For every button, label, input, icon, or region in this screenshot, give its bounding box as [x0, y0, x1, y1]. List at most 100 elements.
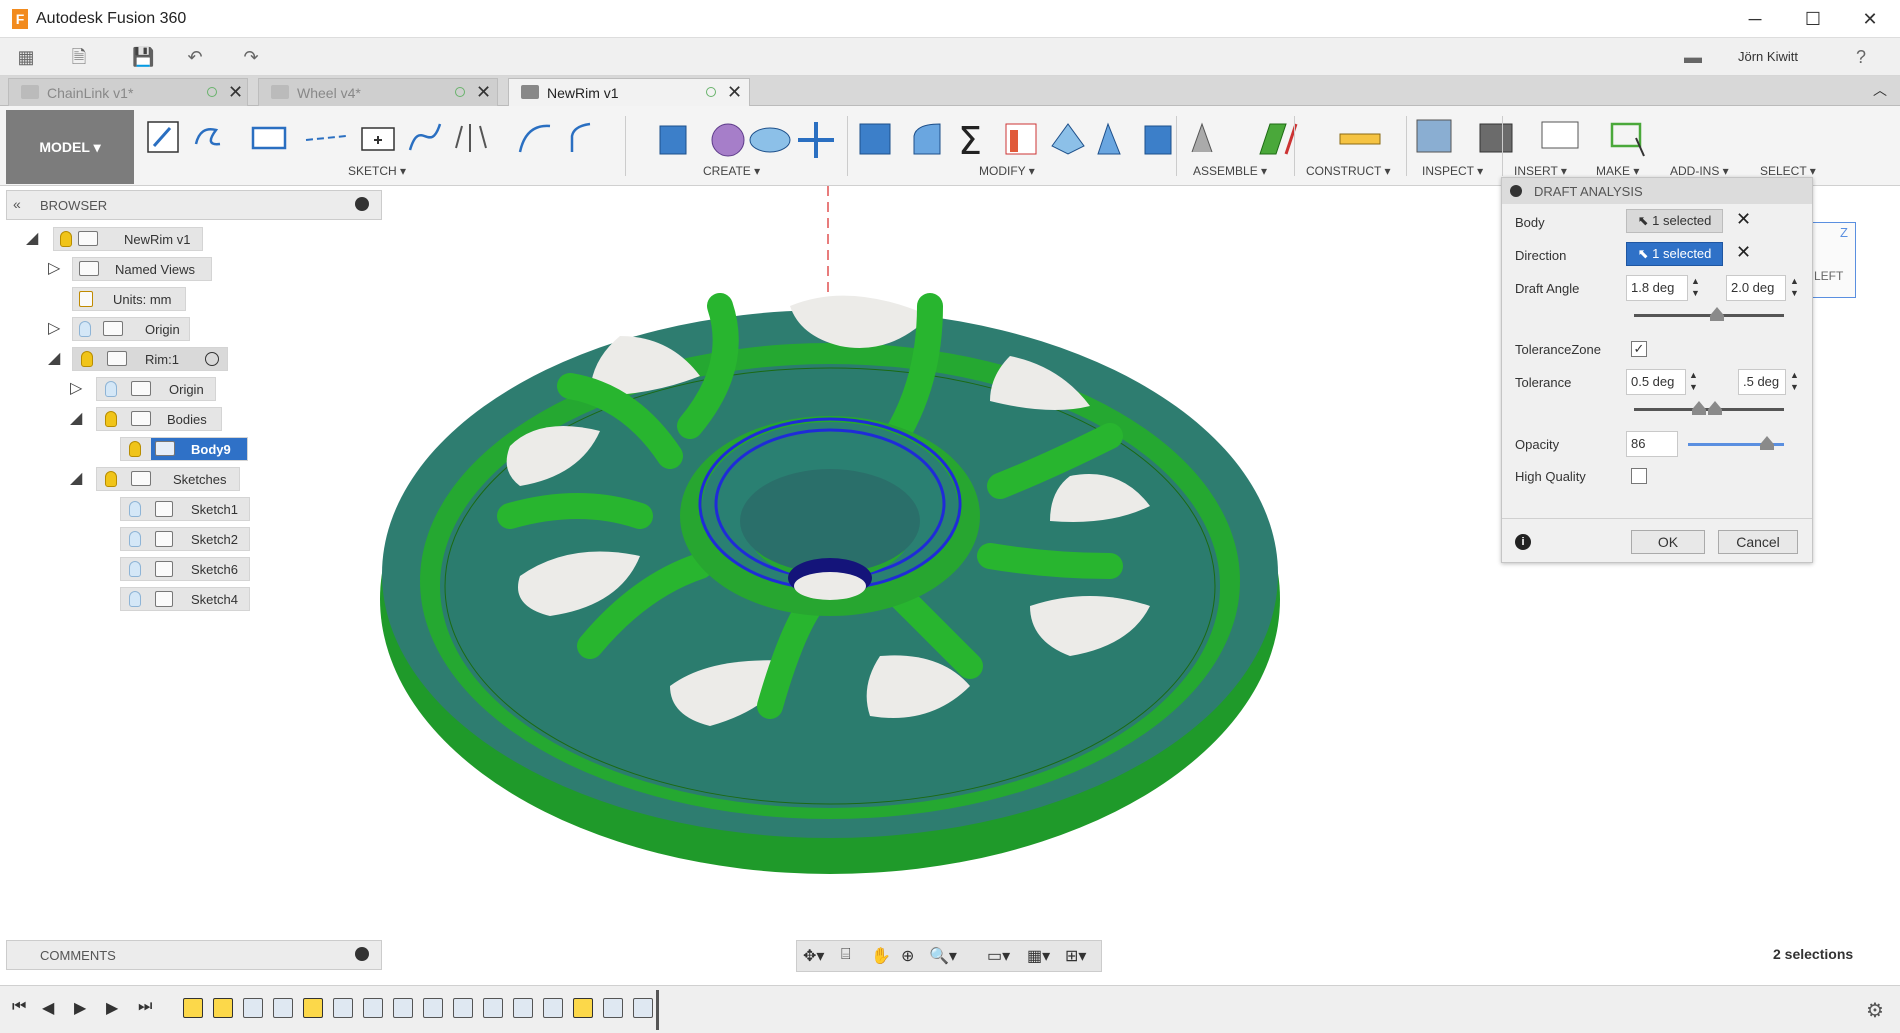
step-forward-icon[interactable]: ▶ [106, 998, 118, 1018]
expand-component-icon[interactable]: ◢ [48, 348, 60, 368]
create-menu[interactable]: CREATE ▾ [703, 164, 760, 178]
save-icon[interactable]: 💾 [132, 46, 154, 68]
viewports-icon[interactable]: ⊞▾ [1065, 946, 1086, 966]
visibility-bulb-icon[interactable] [129, 591, 141, 607]
draft-angle-max-input[interactable]: 2.0 deg [1726, 275, 1786, 301]
visibility-bulb-icon[interactable] [60, 231, 72, 247]
3d-viewport[interactable] [370, 186, 1290, 886]
tab-wheel[interactable]: Wheel v4* ✕ [258, 78, 498, 106]
grid-settings-icon[interactable]: ▦▾ [1027, 946, 1050, 966]
user-menu[interactable]: Jörn Kiwitt [1738, 49, 1798, 64]
stepper-icon[interactable]: ▲ ▼ [1790, 369, 1799, 393]
visibility-bulb-icon[interactable] [79, 321, 91, 337]
expand-origin-icon[interactable]: ▷ [48, 318, 60, 338]
go-to-end-icon[interactable]: ⏭ [138, 998, 152, 1016]
visibility-bulb-icon[interactable] [105, 471, 117, 487]
timeline-extrude-feature[interactable] [243, 998, 263, 1018]
job-status-icon[interactable]: ▬ [1682, 46, 1704, 68]
opacity-input[interactable]: 86 [1626, 431, 1678, 457]
browser-sketch-item[interactable]: Sketch2 [120, 527, 250, 551]
close-tab-icon[interactable]: ✕ [727, 82, 742, 103]
timeline-draft-feature[interactable] [633, 998, 653, 1018]
tolerance-slider-thumb-max[interactable] [1708, 401, 1722, 415]
data-panel-grid-icon[interactable]: ▦ [15, 46, 37, 68]
timeline-fillet-feature[interactable] [363, 998, 383, 1018]
browser-units[interactable]: Units: mm [72, 287, 186, 311]
zoom-icon[interactable]: ⊕ [901, 946, 914, 966]
orbit-icon[interactable]: ✥▾ [803, 946, 824, 966]
collapse-browser-icon[interactable]: « [13, 196, 21, 212]
zoom-window-icon[interactable]: 🔍▾ [929, 946, 957, 966]
timeline-sketch-feature[interactable] [213, 998, 233, 1018]
draft-angle-slider-thumb[interactable] [1710, 307, 1724, 321]
addins-menu[interactable]: ADD-INS ▾ [1670, 164, 1734, 178]
expand-sketches-icon[interactable]: ◢ [70, 468, 82, 488]
timeline-settings-icon[interactable]: ⚙ [1866, 998, 1884, 1023]
visibility-bulb-icon[interactable] [105, 411, 117, 427]
display-settings-icon[interactable]: ▭▾ [987, 946, 1010, 966]
look-at-icon[interactable]: ⌸ [841, 946, 851, 964]
tolerance-slider-thumb-min[interactable] [1692, 401, 1706, 415]
browser-comp-origin[interactable]: Origin [96, 377, 216, 401]
draft-angle-min-input[interactable]: 1.8 deg [1626, 275, 1688, 301]
expand-comp-origin-icon[interactable]: ▷ [70, 378, 82, 398]
timeline-sketch-feature[interactable] [573, 998, 593, 1018]
direction-selection-button[interactable]: ⬉ 1 selected [1626, 242, 1723, 266]
opacity-slider-thumb[interactable] [1760, 436, 1774, 450]
tolerance-max-input[interactable]: .5 deg [1738, 369, 1786, 395]
tolerance-min-input[interactable]: 0.5 deg [1626, 369, 1686, 395]
collapse-toolbar-icon[interactable]: ︿ [1873, 80, 1887, 100]
insert-menu[interactable]: INSERT ▾ [1514, 164, 1570, 178]
draft-angle-slider[interactable] [1634, 314, 1784, 317]
inspect-menu[interactable]: INSPECT ▾ [1422, 164, 1483, 178]
browser-sketch-item[interactable]: Sketch4 [120, 587, 250, 611]
activate-component-icon[interactable] [205, 352, 219, 366]
assemble-menu[interactable]: ASSEMBLE ▾ [1193, 164, 1267, 178]
timeline-sketch-feature[interactable] [303, 998, 323, 1018]
pan-icon[interactable]: ✋ [871, 946, 891, 966]
tolerance-zone-checkbox[interactable]: ✓ [1631, 341, 1647, 357]
browser-origin[interactable]: Origin [72, 317, 190, 341]
close-tab-icon[interactable]: ✕ [476, 82, 491, 103]
file-menu-icon[interactable]: 🗎 [68, 46, 90, 68]
info-icon[interactable]: i [1515, 534, 1531, 550]
add-comment-icon[interactable] [355, 947, 369, 961]
timeline-extrude-feature[interactable] [333, 998, 353, 1018]
clear-direction-icon[interactable]: ✕ [1736, 242, 1751, 263]
timeline-move-feature[interactable] [483, 998, 503, 1018]
sketch-menu[interactable]: SKETCH ▾ [348, 164, 406, 178]
modify-menu[interactable]: MODIFY ▾ [979, 164, 1035, 178]
browser-body-node[interactable]: Body9 [120, 437, 248, 461]
visibility-bulb-icon[interactable] [129, 561, 141, 577]
browser-sketch-item[interactable]: Sketch1 [120, 497, 250, 521]
timeline-extrude-feature[interactable] [273, 998, 293, 1018]
browser-sketch-item[interactable]: Sketch6 [120, 557, 250, 581]
stepper-icon[interactable]: ▲ ▼ [1689, 369, 1698, 393]
visibility-bulb-icon[interactable] [129, 441, 141, 457]
timeline-fillet-feature[interactable] [423, 998, 443, 1018]
visibility-bulb-icon[interactable] [129, 531, 141, 547]
play-icon[interactable]: ▶ [74, 998, 86, 1018]
tab-newrim[interactable]: NewRim v1 ✕ [508, 78, 750, 106]
step-back-icon[interactable]: ◀ [42, 998, 54, 1018]
timeline-revolve-feature[interactable] [603, 998, 623, 1018]
expand-root-icon[interactable]: ◢ [26, 228, 38, 248]
visibility-bulb-icon[interactable] [81, 351, 93, 367]
browser-sketches[interactable]: Sketches [96, 467, 240, 491]
visibility-bulb-icon[interactable] [105, 381, 117, 397]
browser-named-views[interactable]: Named Views [72, 257, 212, 281]
redo-icon[interactable]: ↷ [240, 46, 262, 68]
body-selection-button[interactable]: ⬉ 1 selected [1626, 209, 1723, 233]
select-menu[interactable]: SELECT ▾ [1760, 164, 1818, 178]
close-tab-icon[interactable]: ✕ [228, 82, 243, 103]
browser-minimize-icon[interactable] [355, 197, 369, 211]
timeline-sketch-feature[interactable] [183, 998, 203, 1018]
high-quality-checkbox[interactable] [1631, 468, 1647, 484]
construct-menu[interactable]: CONSTRUCT ▾ [1306, 164, 1390, 178]
expand-bodies-icon[interactable]: ◢ [70, 408, 82, 428]
timeline-fillet-feature[interactable] [513, 998, 533, 1018]
maximize-button[interactable]: ☐ [1791, 4, 1835, 34]
close-window-button[interactable]: ✕ [1848, 4, 1892, 34]
stepper-icon[interactable]: ▲ ▼ [1691, 275, 1700, 299]
stepper-icon[interactable]: ▲ ▼ [1790, 275, 1799, 299]
